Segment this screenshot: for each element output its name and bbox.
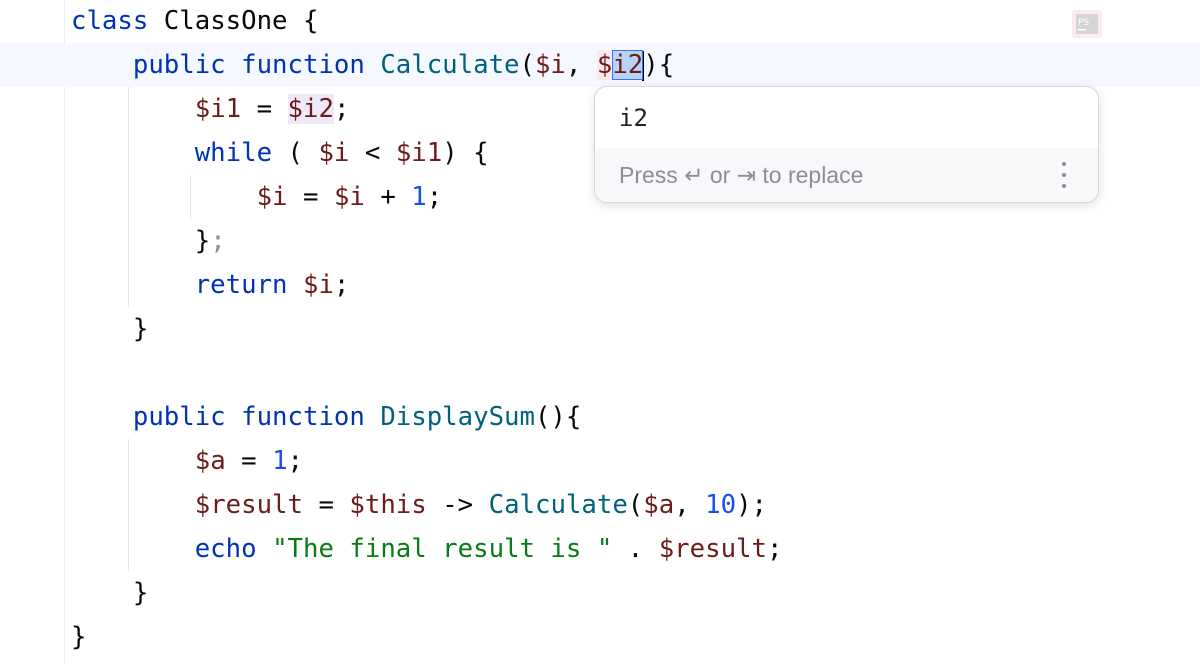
- code-token: ) {: [442, 138, 489, 168]
- code-token: }: [71, 314, 149, 344]
- code-token: ){: [643, 50, 675, 80]
- popup-hint: Press ↵ or ⇥ to replace: [595, 148, 1098, 202]
- code-token: Calculate: [380, 50, 520, 80]
- code-token: }: [71, 622, 87, 652]
- code-token: $a: [643, 490, 675, 520]
- code-token: =: [303, 490, 350, 520]
- code-token: ;: [210, 226, 226, 256]
- code-token: $result: [658, 534, 767, 564]
- enter-key-icon: ↵: [684, 161, 704, 188]
- code-line[interactable]: public function Calculate($i, $i2){: [71, 43, 782, 87]
- code-token: $i2: [287, 94, 334, 124]
- hint-press: Press: [619, 161, 678, 188]
- code-token: (: [519, 50, 535, 80]
- code-token: ;: [333, 270, 350, 300]
- code-token: public function: [71, 50, 381, 80]
- tab-key-icon: ⇥: [736, 161, 756, 188]
- code-token: $i: [256, 182, 288, 212]
- code-token: +: [364, 182, 412, 212]
- code-line[interactable]: }: [71, 571, 782, 615]
- code-token: $i1: [395, 138, 443, 168]
- code-line[interactable]: }: [71, 615, 782, 659]
- code-token: $i: [333, 182, 365, 212]
- code-token: =: [225, 446, 273, 476]
- code-token: .: [612, 534, 659, 564]
- code-line[interactable]: }: [71, 307, 782, 351]
- code-line[interactable]: $result = $this -> Calculate($a, 10);: [71, 483, 782, 527]
- rename-suggestion-popup: i2 Press ↵ or ⇥ to replace: [594, 86, 1099, 203]
- code-token: }: [71, 226, 211, 256]
- hint-or: or: [709, 161, 731, 188]
- code-line[interactable]: public function DisplaySum(){: [71, 395, 782, 439]
- gutter-divider: [64, 0, 65, 664]
- code-token: $i: [318, 138, 350, 168]
- code-token: );: [736, 490, 768, 520]
- code-token: 1: [272, 446, 288, 476]
- code-token: DisplaySum: [380, 402, 535, 432]
- code-token: $i: [302, 270, 334, 300]
- code-token: $i: [534, 50, 566, 80]
- code-token: =: [241, 94, 288, 124]
- code-token: "The final result is ": [272, 534, 613, 564]
- code-line[interactable]: $a = 1;: [71, 439, 782, 483]
- phpstorm-logo-icon: PS: [1072, 10, 1102, 38]
- svg-text:PS: PS: [1078, 18, 1089, 28]
- code-line[interactable]: return $i;: [71, 263, 782, 307]
- code-token: (: [627, 490, 644, 520]
- code-token: (){: [534, 402, 582, 432]
- code-token: i2: [612, 50, 644, 80]
- code-line[interactable]: };: [71, 219, 782, 263]
- code-token: ;: [287, 446, 304, 476]
- code-token: echo: [71, 534, 273, 564]
- code-token: <: [349, 138, 396, 168]
- code-token: (: [272, 138, 319, 168]
- code-token: =: [287, 182, 334, 212]
- code-token: return: [71, 270, 303, 300]
- code-token: ,: [565, 50, 597, 80]
- code-token: $result: [194, 490, 303, 520]
- code-token: ;: [426, 182, 443, 212]
- code-token: $this: [349, 490, 427, 520]
- code-line[interactable]: echo "The final result is " . $result;: [71, 527, 783, 571]
- code-token: class: [71, 6, 164, 36]
- code-line[interactable]: class ClassOne {: [71, 0, 782, 43]
- code-token: $i1: [194, 94, 242, 124]
- code-token: 1: [411, 182, 427, 212]
- code-token: ->: [426, 490, 489, 520]
- code-token: ;: [766, 534, 783, 564]
- code-token: Calculate: [488, 490, 628, 520]
- code-token: $: [596, 50, 613, 80]
- code-token: }: [71, 578, 149, 608]
- code-token: while: [71, 138, 273, 168]
- code-token: ,: [674, 490, 706, 520]
- suggestion-item[interactable]: i2: [595, 87, 1098, 148]
- hint-rest: to replace: [762, 161, 864, 188]
- code-token: public function: [71, 402, 381, 432]
- code-token: $a: [194, 446, 226, 476]
- code-token: ;: [333, 94, 350, 124]
- code-token: 10: [705, 490, 737, 520]
- code-token: ClassOne {: [163, 6, 319, 36]
- code-line[interactable]: [71, 351, 782, 395]
- vertical-dots-icon[interactable]: [1062, 162, 1068, 188]
